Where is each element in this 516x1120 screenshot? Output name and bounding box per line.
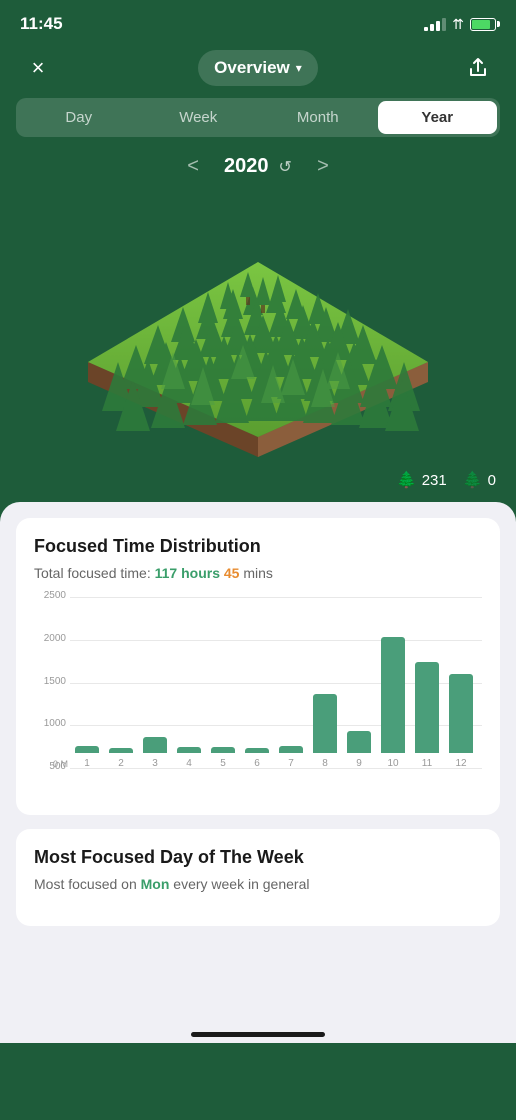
most-focused-prefix: Most focused on [34, 876, 141, 892]
bar-1 [75, 746, 99, 753]
bar-label-2: 2 [118, 758, 124, 769]
bar-col-9: 9 [342, 597, 376, 769]
bar-label-5: 5 [220, 758, 226, 769]
status-icons: ⇈ [424, 16, 496, 33]
bar-7 [279, 746, 303, 753]
bar-3 [143, 737, 167, 753]
reset-icon[interactable]: ↺ [279, 157, 292, 177]
most-focused-suffix: every week in general [169, 876, 309, 892]
most-focused-day: Mon [141, 876, 170, 892]
tree-alive-icon: 🌲 [397, 470, 417, 490]
focused-time-subtitle: Total focused time: 117 hours 45 mins [34, 565, 482, 581]
y-label-0: 0 M [34, 759, 68, 769]
bar-label-10: 10 [387, 758, 398, 769]
share-button[interactable] [460, 50, 496, 86]
status-time: 11:45 [20, 14, 63, 34]
dead-tree-count: 0 [488, 472, 496, 489]
bar-10 [381, 637, 405, 753]
status-bar: 11:45 ⇈ [0, 0, 516, 42]
close-button[interactable]: × [20, 50, 56, 86]
tab-day[interactable]: Day [19, 101, 139, 134]
bar-col-8: 8 [308, 597, 342, 769]
dead-count: 🌲 0 [463, 470, 496, 490]
bar-12 [449, 674, 473, 753]
focused-time-title: Focused Time Distribution [34, 536, 482, 557]
y-label-2000: 2000 [32, 633, 66, 644]
bar-label-4: 4 [186, 758, 192, 769]
bar-col-6: 6 [240, 597, 274, 769]
prev-year-button[interactable]: < [178, 155, 208, 178]
bar-label-12: 12 [455, 758, 466, 769]
most-focused-subtitle: Most focused on Mon every week in genera… [34, 876, 482, 892]
top-nav: × Overview ▾ [0, 42, 516, 98]
bar-11 [415, 662, 439, 753]
next-year-button[interactable]: > [308, 155, 338, 178]
bar-8 [313, 694, 337, 753]
bar-6 [245, 748, 269, 753]
bar-5 [211, 747, 235, 753]
bar-col-7: 7 [274, 597, 308, 769]
tab-year[interactable]: Year [378, 101, 498, 134]
bar-label-6: 6 [254, 758, 260, 769]
stats-overlay: 🌲 231 🌲 0 [397, 470, 496, 490]
nav-title: Overview [214, 58, 290, 78]
bar-col-11: 11 [410, 597, 444, 769]
bar-label-3: 3 [152, 758, 158, 769]
cards-container: Focused Time Distribution Total focused … [0, 502, 516, 1022]
bar-label-9: 9 [356, 758, 362, 769]
overview-dropdown[interactable]: Overview ▾ [198, 50, 318, 86]
bar-col-5: 5 [206, 597, 240, 769]
y-label-1500: 1500 [32, 676, 66, 687]
year-display: 2020 ↺ [224, 155, 292, 178]
forest-illustration [28, 197, 488, 497]
bar-9 [347, 731, 371, 753]
close-icon: × [32, 57, 45, 79]
signal-icon [424, 18, 446, 31]
most-focused-title: Most Focused Day of The Week [34, 847, 482, 868]
tab-week[interactable]: Week [139, 101, 259, 134]
bar-label-1: 1 [84, 758, 90, 769]
current-year: 2020 [224, 155, 269, 178]
wifi-icon: ⇈ [452, 16, 464, 33]
most-focused-card: Most Focused Day of The Week Most focuse… [16, 829, 500, 926]
bar-col-1: 1 [70, 597, 104, 769]
chevron-down-icon: ▾ [296, 61, 302, 75]
hours-label: hours [177, 565, 224, 581]
bar-label-11: 11 [422, 758, 432, 769]
mins-value: 45 [224, 565, 240, 581]
bar-chart: 2500 2000 1500 1000 500 0 M 123456789101… [34, 597, 482, 797]
focused-time-card: Focused Time Distribution Total focused … [16, 518, 500, 815]
tree-count: 🌲 231 [397, 470, 447, 490]
tree-dead-icon: 🌲 [463, 470, 483, 490]
tab-month[interactable]: Month [258, 101, 378, 134]
home-bar [191, 1032, 325, 1037]
alive-count: 231 [422, 472, 447, 489]
y-label-2500: 2500 [32, 590, 66, 601]
bar-label-8: 8 [322, 758, 328, 769]
bar-col-3: 3 [138, 597, 172, 769]
bar-col-2: 2 [104, 597, 138, 769]
hours-value: 117 [155, 565, 178, 581]
bar-col-10: 10 [376, 597, 410, 769]
y-label-1000: 1000 [32, 718, 66, 729]
subtitle-prefix: Total focused time: [34, 565, 155, 581]
bar-label-7: 7 [288, 758, 294, 769]
bar-col-12: 12 [444, 597, 478, 769]
year-nav: < 2020 ↺ > [0, 149, 516, 192]
bars-area: 123456789101112 [70, 597, 478, 769]
home-indicator [0, 1022, 516, 1043]
battery-icon [470, 18, 496, 31]
bar-col-4: 4 [172, 597, 206, 769]
bar-2 [109, 748, 133, 753]
period-tabs: Day Week Month Year [16, 98, 500, 137]
share-icon [467, 57, 489, 79]
forest-scene: 🌲 231 🌲 0 [0, 192, 516, 502]
bar-4 [177, 747, 201, 753]
mins-label: mins [239, 565, 272, 581]
